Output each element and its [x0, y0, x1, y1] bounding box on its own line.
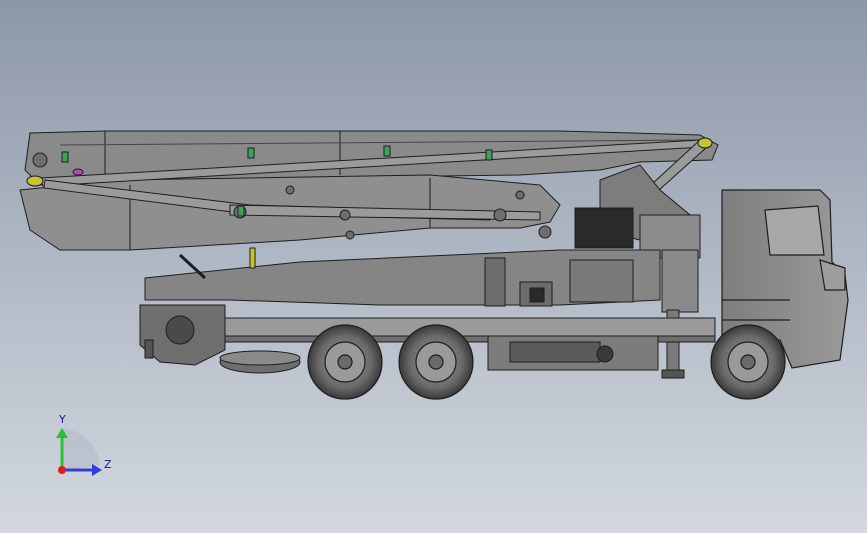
origin-dot	[58, 466, 66, 474]
pump-truck-model[interactable]	[0, 0, 867, 533]
front-wheel	[710, 324, 786, 400]
z-axis-label: Z	[104, 458, 112, 471]
outrigger-right	[661, 249, 699, 379]
rear-wheel-2	[398, 324, 474, 400]
y-axis-label: Y	[59, 413, 66, 426]
coordinate-triad	[56, 428, 102, 476]
turret	[574, 164, 701, 259]
model-viewport[interactable]: Y Z	[0, 0, 867, 533]
rear-wheel-1	[307, 324, 383, 400]
boom-base-section	[144, 247, 661, 307]
